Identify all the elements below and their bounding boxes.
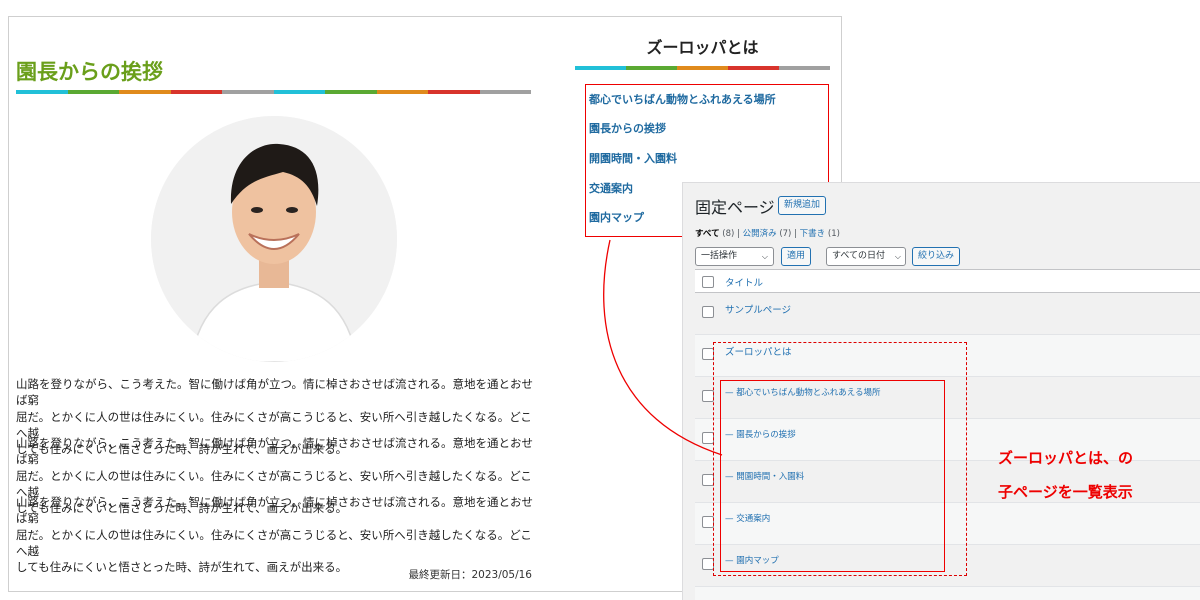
connector-curve <box>603 239 723 456</box>
child-pages-highlight <box>720 380 945 572</box>
annotation-line-2: 子ページを一覧表示 <box>998 483 1133 501</box>
annotation-line-1: ズーロッパとは、の <box>998 449 1134 467</box>
